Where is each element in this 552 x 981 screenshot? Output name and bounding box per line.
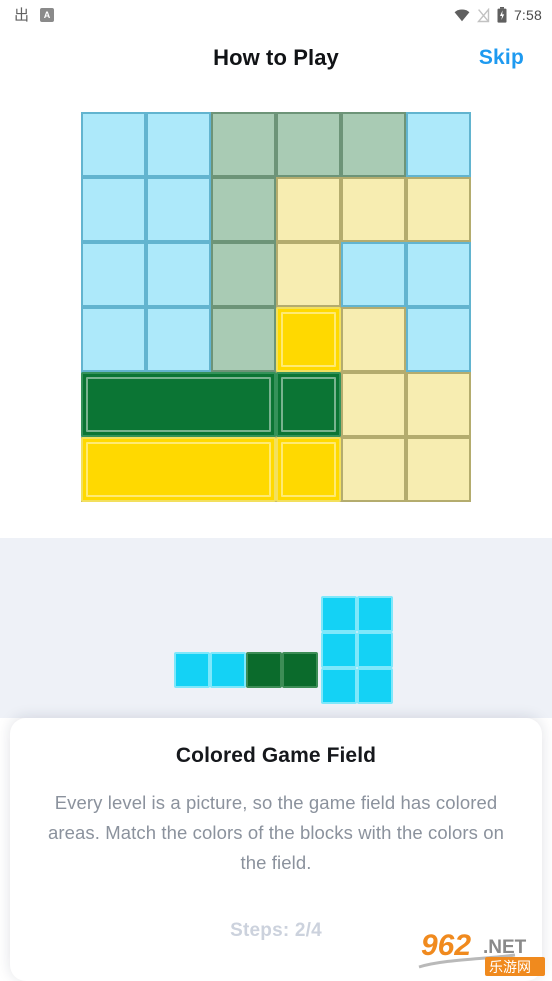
tutorial-description: Every level is a picture, so the game fi… — [48, 792, 504, 873]
grid-cell-cyan[interactable] — [406, 112, 471, 177]
block-inner-highlight — [86, 377, 271, 432]
grid-cell-yellow[interactable] — [341, 372, 406, 437]
grid-cell-cyan[interactable] — [81, 307, 146, 372]
grid-cell-sage[interactable] — [276, 112, 341, 177]
piece-cell-green[interactable] — [246, 652, 282, 688]
grid-cell-cyan[interactable] — [341, 242, 406, 307]
header-bar: How to Play Skip — [0, 30, 552, 86]
piece-cell-cyan[interactable] — [321, 596, 357, 632]
grid-cell-yellow[interactable] — [341, 437, 406, 502]
block-inner-highlight — [281, 442, 336, 497]
grid-cell-yellow[interactable] — [276, 177, 341, 242]
grid-cell-cyan[interactable] — [146, 112, 211, 177]
skip-button[interactable]: Skip — [479, 46, 524, 70]
piece-cell-cyan[interactable] — [357, 668, 393, 704]
grid-cell-cyan[interactable] — [146, 242, 211, 307]
grid-cell-yellow[interactable] — [341, 307, 406, 372]
piece-cell-cyan[interactable] — [357, 596, 393, 632]
piece-cell-cyan[interactable] — [321, 668, 357, 704]
grid-cell-yellow[interactable] — [406, 177, 471, 242]
grid-cell-cyan[interactable] — [406, 242, 471, 307]
placed-green-horizontal-3[interactable] — [81, 372, 276, 437]
grid-cell-cyan[interactable] — [81, 112, 146, 177]
tutorial-title: Colored Game Field — [175, 744, 377, 767]
battery-charging-icon — [497, 7, 507, 23]
grid-cell-sage[interactable] — [211, 177, 276, 242]
placed-yellow-horizontal-3[interactable] — [81, 437, 276, 502]
block-inner-highlight — [281, 377, 336, 432]
game-board-area — [0, 86, 552, 538]
app-glyph-icon: 出 — [14, 5, 30, 24]
signal-off-icon — [476, 7, 490, 23]
grid-cell-yellow[interactable] — [276, 242, 341, 307]
piece-cell-cyan[interactable] — [357, 632, 393, 668]
grid-cell-cyan[interactable] — [146, 177, 211, 242]
grid-cell-sage[interactable] — [341, 112, 406, 177]
piece-cell-cyan[interactable] — [174, 652, 210, 688]
status-bar: 出 A 7:58 — [0, 0, 552, 30]
grid-cell-yellow[interactable] — [406, 437, 471, 502]
grid-cell-cyan[interactable] — [406, 307, 471, 372]
grid-cell-sage[interactable] — [211, 307, 276, 372]
piece-cell-green[interactable] — [282, 652, 318, 688]
wifi-icon — [454, 8, 470, 22]
grid-cell-cyan[interactable] — [146, 307, 211, 372]
piece-cell-cyan[interactable] — [321, 632, 357, 668]
letter-a-badge-icon: A — [40, 8, 55, 22]
steps-indicator: Steps: 2/4 — [230, 920, 322, 941]
status-bar-clock: 7:58 — [513, 7, 542, 23]
piece-cell-cyan[interactable] — [210, 652, 246, 688]
status-bar-left-icons: 出 A — [14, 5, 55, 24]
grid-cell-cyan[interactable] — [81, 177, 146, 242]
placed-yellow-vertical-top[interactable] — [276, 307, 341, 372]
grid-cell-cyan[interactable] — [81, 242, 146, 307]
grid-cell-yellow[interactable] — [406, 372, 471, 437]
grid-cell-yellow[interactable] — [341, 177, 406, 242]
piece-tray — [0, 538, 552, 718]
placed-green-single[interactable] — [276, 372, 341, 437]
page-title: How to Play — [213, 45, 339, 70]
placed-yellow-vertical-bot[interactable] — [276, 437, 341, 502]
game-grid[interactable] — [81, 112, 471, 502]
grid-cell-sage[interactable] — [211, 112, 276, 177]
block-inner-highlight — [281, 312, 336, 367]
status-bar-right-icons: 7:58 — [454, 7, 542, 23]
block-inner-highlight — [86, 442, 271, 497]
tutorial-card: Colored Game Field Every level is a pict… — [10, 718, 542, 981]
grid-cell-sage[interactable] — [211, 242, 276, 307]
